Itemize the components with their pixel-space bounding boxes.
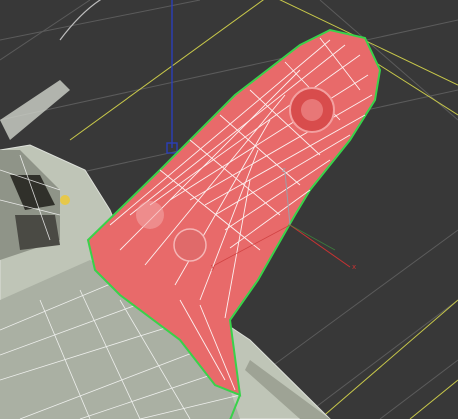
wing-roundel-lower [173,228,207,262]
pivot-helper [166,0,178,154]
gizmo-x-label: x [352,263,356,271]
grid-curve-line [59,0,102,41]
gizmo-y-label: y [211,263,215,271]
gizmo-x-axis[interactable] [289,224,351,268]
3d-viewport[interactable]: z x y [0,0,458,419]
viewport-canvas[interactable]: z x y [0,0,458,419]
gizmo-y-axis[interactable] [289,224,336,251]
gizmo-z-label: z [282,166,286,174]
